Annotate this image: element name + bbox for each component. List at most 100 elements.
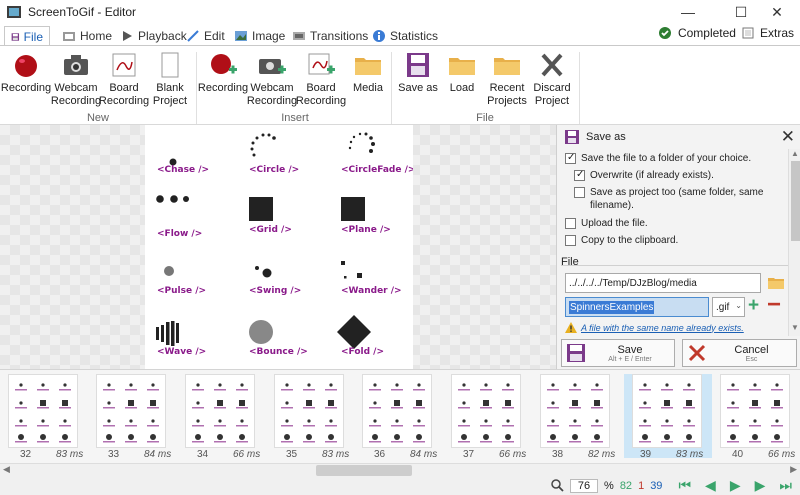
frame-thumbnail[interactable]: 33 84 ms xyxy=(92,374,174,460)
insert-webcam-recording-button[interactable]: Webcam Recording xyxy=(246,50,298,108)
thumb-spinner-mark xyxy=(506,383,510,387)
thumb-spinner-label-mark xyxy=(771,407,783,409)
save-to-folder-checkbox[interactable]: Save the file to a folder of your choice… xyxy=(565,151,752,165)
panel-scrollbar[interactable]: ▲ ▼ xyxy=(788,149,800,336)
insert-media-button[interactable]: Media xyxy=(342,50,394,95)
tab-edit[interactable]: Edit xyxy=(180,26,231,46)
scrollbar-thumb[interactable] xyxy=(316,465,412,476)
thumb-spinner-mark xyxy=(484,383,488,387)
frames-list[interactable]: 32 83 ms 33 84 ms 34 66 ms 35 83 ms 36 84 ms … xyxy=(0,369,800,463)
save-project-checkbox[interactable]: Save as project too (same folder, same f… xyxy=(574,186,779,212)
tab-label: Transitions xyxy=(310,29,369,43)
thumb-spinner-label-mark xyxy=(413,407,425,409)
cancel-button[interactable]: Cancel Esc xyxy=(682,339,797,367)
thumb-spinner-mark xyxy=(19,401,23,405)
save-button[interactable]: Save Alt + E / Enter xyxy=(561,339,675,367)
extension-select[interactable]: .gif ⌄ xyxy=(712,297,745,317)
next-frame-icon[interactable]: ▶ xyxy=(755,477,766,494)
frame-thumb-image xyxy=(362,374,432,448)
thumb-spinner-label-mark xyxy=(727,407,739,409)
add-preset-icon[interactable]: + xyxy=(748,295,759,317)
copy-clipboard-checkbox[interactable]: Copy to the clipboard. xyxy=(565,234,678,247)
checkbox-box[interactable] xyxy=(574,168,585,181)
thumb-spinner-mark xyxy=(307,383,311,387)
tab-home[interactable]: Home xyxy=(56,26,118,46)
filename-field[interactable]: SpinnersExamples xyxy=(565,297,709,317)
thumb-spinner-mark xyxy=(239,434,245,440)
tab-file[interactable]: File xyxy=(4,26,50,46)
warning-link[interactable]: A file with the same name already exists… xyxy=(581,323,744,333)
checkbox-box[interactable] xyxy=(565,151,576,164)
thumb-spinner-mark xyxy=(664,400,670,406)
frame-thumbnail[interactable]: 40 66 ms xyxy=(716,374,798,460)
last-frame-icon[interactable]: ⏭ xyxy=(779,477,792,494)
scroll-up-icon[interactable]: ▲ xyxy=(791,149,799,158)
frame-thumbnail[interactable]: 37 66 ms xyxy=(447,374,529,460)
scroll-right-icon[interactable]: ▶ xyxy=(790,464,797,475)
thumb-spinner-mark xyxy=(775,383,779,387)
thumb-spinner-mark xyxy=(774,434,780,440)
button-label: Webcam Recording xyxy=(50,82,102,107)
play-icon[interactable]: ▶ xyxy=(730,477,741,494)
frame-thumbnail[interactable]: 35 83 ms xyxy=(270,374,352,460)
frame-thumbnail[interactable]: 38 82 ms xyxy=(536,374,618,460)
scroll-down-icon[interactable]: ▼ xyxy=(791,323,799,332)
new-webcam-recording-button[interactable]: Webcam Recording xyxy=(50,50,102,108)
overwrite-checkbox[interactable]: Overwrite (if already exists). xyxy=(574,168,714,182)
thumb-spinner-mark xyxy=(483,400,489,406)
minimize-button[interactable]: — xyxy=(665,0,711,24)
frames-scrollbar[interactable]: ◀ ▶ xyxy=(0,463,800,476)
frame-thumbnail-selected[interactable]: 39 83 ms xyxy=(624,374,712,460)
folder-path-field[interactable]: ../../../../Temp/DJzBlog/media xyxy=(565,273,761,293)
checkbox-box[interactable] xyxy=(574,187,585,198)
thumb-spinners-image xyxy=(192,383,248,443)
discard-project-button[interactable]: Discard Project xyxy=(526,50,578,108)
remove-preset-icon[interactable]: − xyxy=(767,291,781,319)
save-icon xyxy=(407,53,429,77)
tab-statistics[interactable]: Statistics xyxy=(366,26,444,46)
scrollbar-thumb[interactable] xyxy=(791,161,800,241)
zoom-input[interactable]: 76 xyxy=(570,478,599,493)
checkbox-box[interactable] xyxy=(565,218,576,229)
thumb-spinner-label-mark xyxy=(547,425,559,427)
thumb-spinner-label-mark xyxy=(369,441,381,443)
close-button[interactable]: ✕ xyxy=(754,0,800,24)
thumb-spinner-mark xyxy=(731,383,735,387)
thumb-spinner-label-mark xyxy=(192,407,204,409)
blank-project-button[interactable]: Blank Project xyxy=(144,50,196,108)
checkbox-box[interactable] xyxy=(565,235,576,246)
previous-frame-icon[interactable]: ◀ xyxy=(705,477,716,494)
thumb-spinner-mark xyxy=(594,434,600,440)
new-recording-button[interactable]: Recording xyxy=(0,50,52,95)
frame-number: 36 xyxy=(374,449,386,460)
button-label: Recent Projects xyxy=(487,82,527,107)
upload-checkbox[interactable]: Upload the file. xyxy=(565,217,648,230)
panel-title: Save as xyxy=(586,131,626,143)
frame-thumbnail[interactable]: 36 84 ms xyxy=(358,374,440,460)
thumb-spinner-mark xyxy=(373,419,377,423)
frame-canvas[interactable]: <Chase /> <Circle /> <CircleFade /> <Flo… xyxy=(0,125,556,369)
tab-image[interactable]: Image xyxy=(228,26,291,46)
thumb-spinner-mark xyxy=(394,434,400,440)
first-frame-icon[interactable]: ⏮ xyxy=(678,477,691,494)
frame-thumbnail[interactable]: 32 83 ms xyxy=(4,374,86,460)
save-icon xyxy=(565,130,579,144)
frame-thumb-image xyxy=(451,374,521,448)
extras-button[interactable]: Extras xyxy=(760,26,794,40)
save-button-label: Save xyxy=(617,343,643,356)
scroll-left-icon[interactable]: ◀ xyxy=(3,464,10,475)
insert-recording-button[interactable]: Recording xyxy=(197,50,249,95)
tab-transitions[interactable]: Transitions xyxy=(286,26,374,46)
insert-board-recording-button[interactable]: Board Recording xyxy=(295,50,347,108)
browse-folder-icon[interactable] xyxy=(767,275,785,291)
frame-thumb-image xyxy=(274,374,344,448)
new-board-recording-button[interactable]: Board Recording xyxy=(98,50,150,108)
thumb-spinner-mark xyxy=(372,434,378,440)
thumb-spinner-label-mark xyxy=(502,441,514,443)
spinner-label: <Pulse /> xyxy=(157,286,207,296)
group-label-file: File xyxy=(476,112,494,124)
thumb-spinner-label-mark xyxy=(661,425,673,427)
frame-thumbnail[interactable]: 34 66 ms xyxy=(181,374,263,460)
checkbox-label: Save the file to a folder of your choice… xyxy=(581,153,752,164)
close-panel-icon[interactable]: ✕ xyxy=(781,127,795,147)
